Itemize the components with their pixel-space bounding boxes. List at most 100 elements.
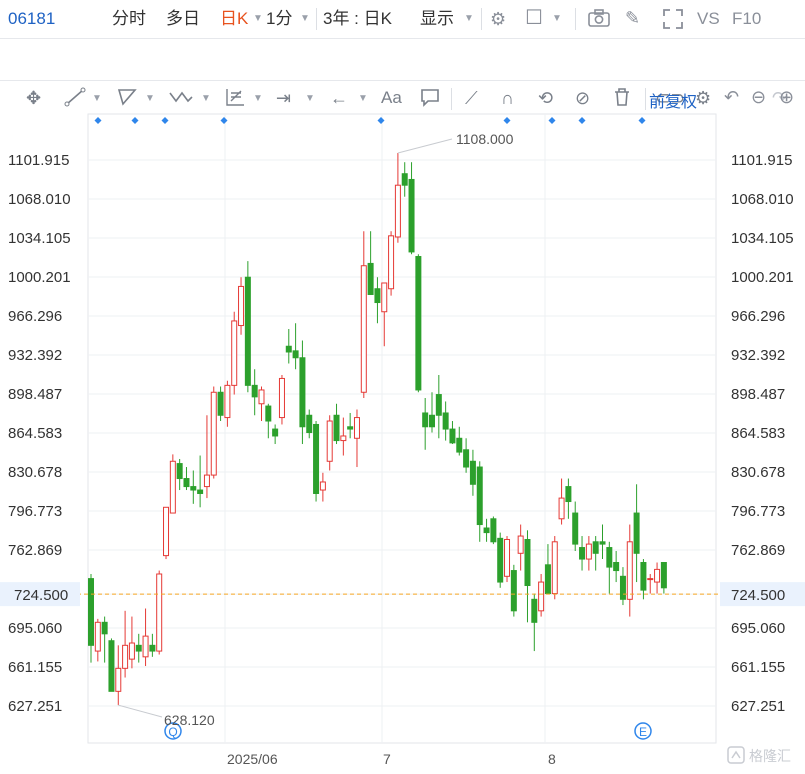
y-tick-label: 898.487 — [731, 386, 785, 403]
candle-body — [606, 547, 613, 568]
candle-body — [258, 389, 265, 405]
y-tick-label: 1000.201 — [731, 269, 794, 286]
candle-body — [654, 568, 661, 583]
candle-body — [203, 474, 210, 488]
y-tick-label: 966.296 — [731, 308, 785, 325]
y-tick-label: 762.869 — [731, 542, 785, 559]
candlestick-chart[interactable]: QE 1101.915 1068.010 1034.105 1000.201 966.2… — [0, 0, 805, 774]
candle-body — [88, 578, 94, 646]
candle-body — [510, 570, 517, 612]
candle-body — [94, 621, 101, 652]
candle-body — [333, 414, 340, 442]
candle-body — [401, 173, 408, 186]
candle-body — [108, 640, 115, 692]
candle-body — [524, 538, 531, 587]
y-tick-label: 1034.105 — [8, 230, 71, 247]
y-tick-label: 1068.010 — [8, 191, 71, 208]
y-tick-label: 966.296 — [8, 308, 62, 325]
max-price-label: 1108.000 — [456, 131, 514, 147]
min-leader — [118, 704, 163, 718]
candle-body — [299, 357, 306, 428]
y-tick-label: 1068.010 — [731, 191, 794, 208]
y-tick-label: 661.155 — [8, 659, 62, 676]
candle-body — [633, 512, 640, 554]
y-tick-label: 627.251 — [731, 698, 785, 715]
candle-body — [217, 391, 224, 416]
candle-body — [592, 541, 599, 554]
x-tick-label: 8 — [548, 751, 556, 767]
candle-body — [626, 541, 633, 600]
event-diamond — [638, 117, 646, 124]
y-tick-label: 898.487 — [8, 386, 62, 403]
candle-body — [429, 414, 435, 428]
candle-body — [197, 489, 204, 494]
y-tick-label: 661.155 — [731, 659, 785, 676]
candle-body — [613, 562, 620, 572]
candle-body — [122, 644, 129, 669]
candle-body — [435, 394, 442, 416]
candle-body — [415, 256, 422, 391]
candle-body — [231, 320, 238, 386]
max-leader — [397, 138, 453, 154]
candle-body — [483, 527, 490, 534]
candle-body — [551, 541, 558, 595]
candle-body — [128, 642, 135, 660]
candle-body — [183, 478, 190, 488]
candle-body — [265, 405, 272, 422]
event-markers: QE — [94, 117, 652, 740]
watermark-logo: 格隆汇 — [727, 745, 797, 770]
candle-body — [388, 235, 395, 290]
candle-body — [135, 644, 142, 652]
y-tick-label: 1034.105 — [731, 230, 794, 247]
candle-body — [422, 412, 429, 428]
x-axis: 2025/06 7 8 — [227, 751, 556, 767]
candle-body — [347, 426, 354, 430]
event-diamond — [578, 117, 586, 124]
candle-body — [374, 288, 381, 304]
event-diamond — [377, 117, 385, 124]
candle-body — [272, 428, 279, 437]
candle-body — [531, 598, 538, 623]
candle-body — [538, 581, 545, 612]
candle-body — [408, 178, 415, 253]
candle-body — [599, 541, 606, 545]
candle-body — [456, 437, 463, 453]
chart-grid — [87, 113, 717, 744]
candle-body — [156, 573, 163, 652]
event-diamond — [503, 117, 511, 124]
y-tick-label: 830.678 — [8, 464, 62, 481]
candle-body — [585, 543, 592, 560]
candle-body — [340, 435, 347, 442]
y-tick-label: 796.773 — [8, 503, 62, 520]
candle-body — [238, 285, 245, 327]
candle-body — [558, 497, 565, 520]
y-axis-right: 1101.915 1068.010 1034.105 1000.201 966.296 9… — [731, 152, 794, 715]
candle-body — [360, 265, 367, 393]
candle-body — [463, 449, 470, 468]
candle-body — [394, 184, 401, 238]
candle-body — [544, 564, 551, 595]
candle-body — [210, 391, 217, 476]
candle-body — [319, 481, 326, 491]
annotations: 724.500 724.500 1108.000 628.120 — [0, 131, 805, 728]
candle-body — [163, 506, 170, 557]
y-tick-label: 932.392 — [8, 347, 62, 364]
candle-body — [504, 538, 511, 577]
candle-body — [449, 428, 456, 444]
candle-body — [647, 578, 654, 581]
candle-body — [381, 282, 388, 313]
candle-body — [579, 547, 586, 560]
y-tick-label: 1101.915 — [731, 152, 792, 169]
candle-body — [101, 621, 108, 635]
candle-body — [285, 345, 292, 353]
candle-body — [115, 667, 122, 692]
x-tick-label: 2025/06 — [227, 751, 278, 767]
y-tick-label: 864.583 — [8, 425, 62, 442]
y-tick-label: 864.583 — [731, 425, 785, 442]
x-tick-label: 7 — [383, 751, 391, 767]
candle-body — [640, 562, 647, 591]
y-tick-label: 830.678 — [731, 464, 785, 481]
event-circle-label: E — [639, 725, 647, 739]
candle-body — [497, 537, 504, 583]
y-tick-label: 1101.915 — [8, 152, 69, 169]
